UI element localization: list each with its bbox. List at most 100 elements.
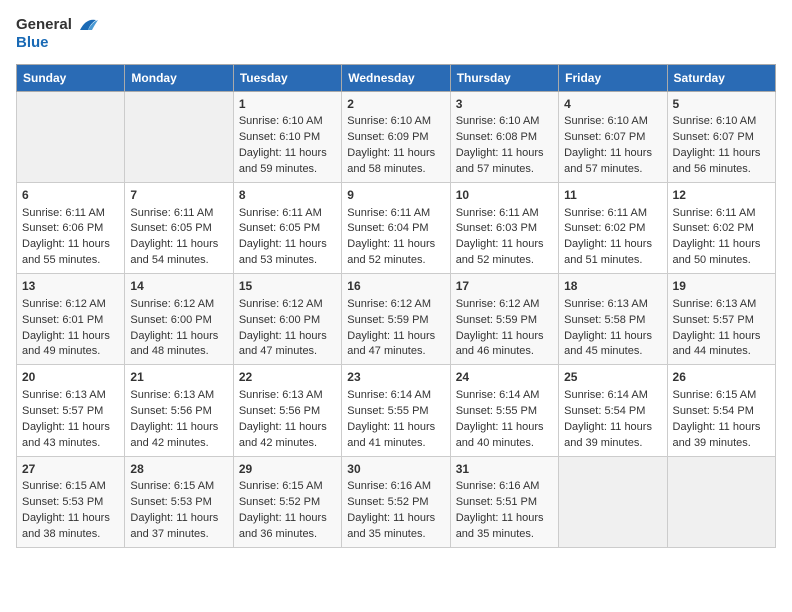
calendar-cell: 29Sunrise: 6:15 AMSunset: 5:52 PMDayligh…: [233, 456, 341, 547]
day-info-line: Daylight: 11 hours and 57 minutes.: [456, 146, 553, 178]
day-info-line: Sunrise: 6:13 AM: [564, 297, 661, 313]
calendar-cell: 7Sunrise: 6:11 AMSunset: 6:05 PMDaylight…: [125, 183, 233, 274]
calendar-cell: 26Sunrise: 6:15 AMSunset: 5:54 PMDayligh…: [667, 365, 775, 456]
day-number: 17: [456, 278, 553, 295]
day-info-line: Daylight: 11 hours and 39 minutes.: [564, 420, 661, 452]
day-info-line: Sunset: 6:05 PM: [130, 221, 227, 237]
day-info-line: Sunrise: 6:12 AM: [22, 297, 119, 313]
calendar-cell: [125, 92, 233, 183]
day-info-line: Sunset: 6:08 PM: [456, 130, 553, 146]
calendar-cell: 24Sunrise: 6:14 AMSunset: 5:55 PMDayligh…: [450, 365, 558, 456]
day-number: 21: [130, 369, 227, 386]
calendar-cell: 28Sunrise: 6:15 AMSunset: 5:53 PMDayligh…: [125, 456, 233, 547]
logo-bird-icon: [76, 16, 98, 34]
day-number: 11: [564, 187, 661, 204]
calendar-cell: 17Sunrise: 6:12 AMSunset: 5:59 PMDayligh…: [450, 274, 558, 365]
day-number: 20: [22, 369, 119, 386]
day-number: 12: [673, 187, 770, 204]
day-info-line: Sunrise: 6:10 AM: [564, 114, 661, 130]
day-info-line: Sunset: 6:02 PM: [564, 221, 661, 237]
day-info-line: Daylight: 11 hours and 41 minutes.: [347, 420, 444, 452]
day-number: 15: [239, 278, 336, 295]
day-info-line: Sunset: 5:59 PM: [347, 313, 444, 329]
day-info-line: Sunset: 6:05 PM: [239, 221, 336, 237]
day-info-line: Daylight: 11 hours and 35 minutes.: [456, 511, 553, 543]
calendar-cell: 18Sunrise: 6:13 AMSunset: 5:58 PMDayligh…: [559, 274, 667, 365]
day-info-line: Daylight: 11 hours and 54 minutes.: [130, 237, 227, 269]
calendar-cell: 21Sunrise: 6:13 AMSunset: 5:56 PMDayligh…: [125, 365, 233, 456]
day-info-line: Sunset: 5:53 PM: [22, 495, 119, 511]
day-number: 1: [239, 96, 336, 113]
calendar-cell: 14Sunrise: 6:12 AMSunset: 6:00 PMDayligh…: [125, 274, 233, 365]
day-info-line: Sunset: 6:00 PM: [239, 313, 336, 329]
day-info-line: Sunrise: 6:10 AM: [673, 114, 770, 130]
day-info-line: Daylight: 11 hours and 48 minutes.: [130, 329, 227, 361]
day-info-line: Sunset: 6:07 PM: [673, 130, 770, 146]
day-info-line: Sunset: 5:52 PM: [239, 495, 336, 511]
day-number: 10: [456, 187, 553, 204]
day-info-line: Daylight: 11 hours and 50 minutes.: [673, 237, 770, 269]
day-info-line: Sunset: 5:55 PM: [347, 404, 444, 420]
calendar-cell: 2Sunrise: 6:10 AMSunset: 6:09 PMDaylight…: [342, 92, 450, 183]
day-info-line: Daylight: 11 hours and 49 minutes.: [22, 329, 119, 361]
day-info-line: Sunset: 5:52 PM: [347, 495, 444, 511]
day-info-line: Daylight: 11 hours and 39 minutes.: [673, 420, 770, 452]
day-info-line: Daylight: 11 hours and 44 minutes.: [673, 329, 770, 361]
day-info-line: Sunset: 5:57 PM: [673, 313, 770, 329]
day-number: 14: [130, 278, 227, 295]
day-number: 25: [564, 369, 661, 386]
day-info-line: Sunrise: 6:14 AM: [564, 388, 661, 404]
day-header-saturday: Saturday: [667, 65, 775, 92]
day-info-line: Sunrise: 6:11 AM: [130, 206, 227, 222]
day-number: 6: [22, 187, 119, 204]
day-info-line: Sunrise: 6:15 AM: [239, 479, 336, 495]
calendar-cell: 22Sunrise: 6:13 AMSunset: 5:56 PMDayligh…: [233, 365, 341, 456]
calendar-cell: 31Sunrise: 6:16 AMSunset: 5:51 PMDayligh…: [450, 456, 558, 547]
day-info-line: Sunset: 5:51 PM: [456, 495, 553, 511]
day-number: 27: [22, 461, 119, 478]
calendar-cell: 25 Sunrise: 6:14 AMSunset: 5:54 PMDayligh…: [559, 365, 667, 456]
day-info-line: Sunset: 6:10 PM: [239, 130, 336, 146]
day-info-line: Sunrise: 6:15 AM: [130, 479, 227, 495]
day-info-line: Sunrise: 6:10 AM: [456, 114, 553, 130]
day-info-line: Daylight: 11 hours and 47 minutes.: [239, 329, 336, 361]
day-info-line: Sunset: 5:59 PM: [456, 313, 553, 329]
day-info-line: Sunset: 6:00 PM: [130, 313, 227, 329]
calendar-cell: 27Sunrise: 6:15 AMSunset: 5:53 PMDayligh…: [17, 456, 125, 547]
day-info-line: Daylight: 11 hours and 52 minutes.: [347, 237, 444, 269]
week-row-5: 27 Sunrise: 6:15 AM Sunset: 5:53 PM Dayligh…: [17, 456, 776, 547]
day-info-line: Sunset: 5:54 PM: [564, 404, 661, 420]
day-info-line: Daylight: 11 hours and 36 minutes.: [239, 511, 336, 543]
week-row-3: 13Sunrise: 6:12 AMSunset: 6:01 PMDayligh…: [17, 274, 776, 365]
calendar-cell: 11Sunrise: 6:11 AMSunset: 6:02 PMDayligh…: [559, 183, 667, 274]
day-info-line: Sunrise: 6:13 AM: [673, 297, 770, 313]
day-info-line: Daylight: 11 hours and 37 minutes.: [130, 511, 227, 543]
calendar-cell: 20Sunrise: 6:13 AMSunset: 5:57 PMDayligh…: [17, 365, 125, 456]
logo-blue: Blue: [16, 34, 49, 52]
day-info-line: Daylight: 11 hours and 51 minutes.: [564, 237, 661, 269]
day-number: 8: [239, 187, 336, 204]
day-info-line: Sunrise: 6:13 AM: [239, 388, 336, 404]
day-number: 28: [130, 461, 227, 478]
day-number: 16: [347, 278, 444, 295]
day-info-line: Daylight: 11 hours and 46 minutes.: [456, 329, 553, 361]
calendar-cell: [17, 92, 125, 183]
day-number: 4: [564, 96, 661, 113]
day-info-line: Sunrise: 6:10 AM: [347, 114, 444, 130]
day-header-sunday: Sunday: [17, 65, 125, 92]
calendar-table: SundayMondayTuesdayWednesdayThursdayFrid…: [16, 64, 776, 548]
days-header-row: SundayMondayTuesdayWednesdayThursdayFrid…: [17, 65, 776, 92]
week-row-2: 6Sunrise: 6:11 AMSunset: 6:06 PMDaylight…: [17, 183, 776, 274]
day-header-wednesday: Wednesday: [342, 65, 450, 92]
calendar-cell: 4Sunrise: 6:10 AMSunset: 6:07 PMDaylight…: [559, 92, 667, 183]
day-number: 30: [347, 461, 444, 478]
calendar-cell: 9Sunrise: 6:11 AMSunset: 6:04 PMDaylight…: [342, 183, 450, 274]
day-info-line: Daylight: 11 hours and 57 minutes.: [564, 146, 661, 178]
day-info-line: Sunset: 6:02 PM: [673, 221, 770, 237]
day-info-line: Sunset: 5:55 PM: [456, 404, 553, 420]
day-info-line: Daylight: 11 hours and 35 minutes.: [347, 511, 444, 543]
calendar-cell: 8Sunrise: 6:11 AMSunset: 6:05 PMDaylight…: [233, 183, 341, 274]
day-info-line: Sunrise: 6:11 AM: [22, 206, 119, 222]
day-number: 24: [456, 369, 553, 386]
day-number: 18: [564, 278, 661, 295]
